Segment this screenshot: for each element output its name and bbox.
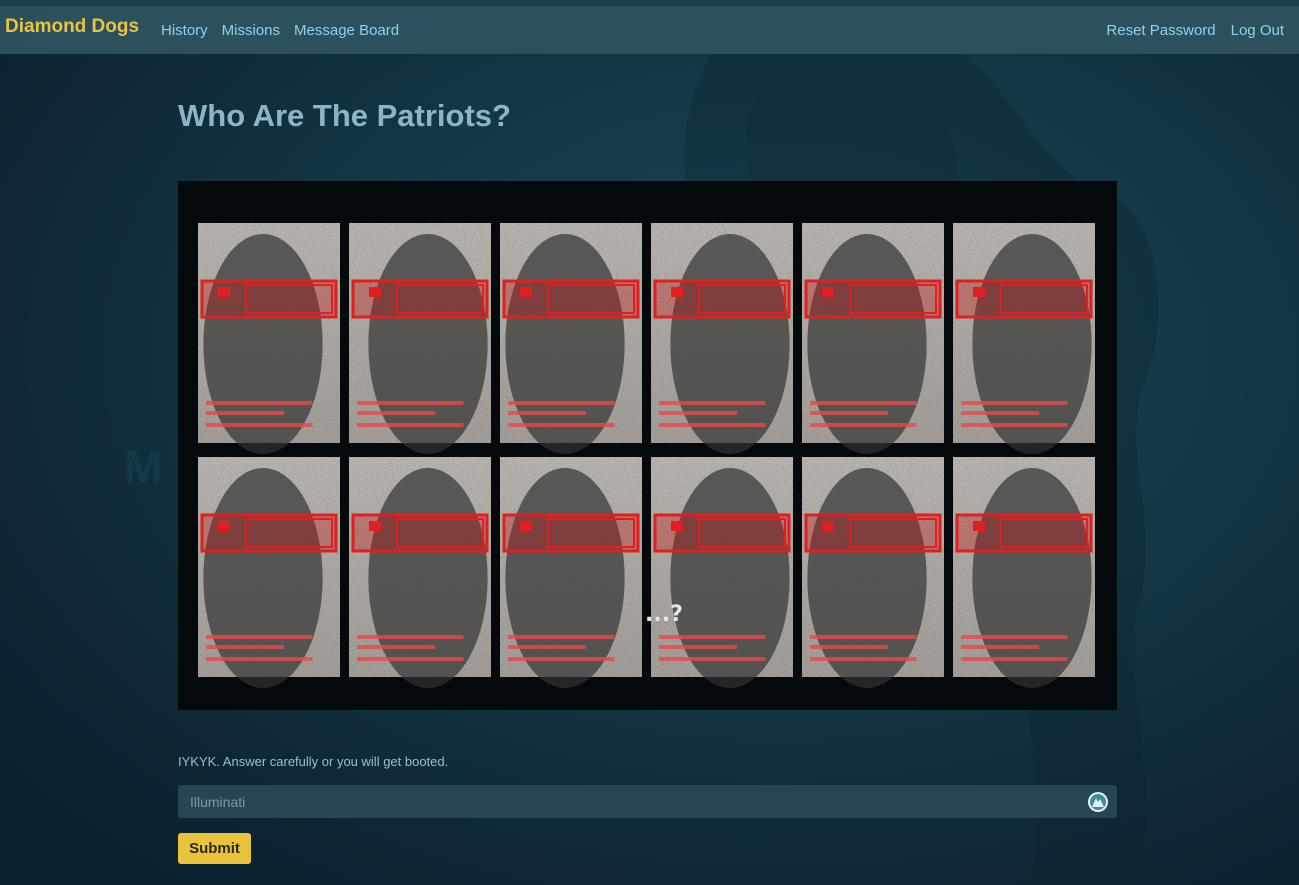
dossier-card	[500, 223, 642, 454]
dossier-card	[651, 457, 793, 688]
background-watermark: M	[124, 441, 163, 493]
hint-text: IYKYK. Answer carefully or you will get …	[178, 754, 449, 769]
dossier-card	[198, 457, 340, 688]
dossier-card	[349, 457, 491, 688]
brand-link[interactable]: Diamond Dogs	[5, 16, 139, 38]
submit-button[interactable]: Submit	[178, 833, 251, 864]
nav-link-history[interactable]: History	[161, 22, 208, 39]
dossier-card	[802, 223, 944, 454]
dossier-card	[953, 223, 1095, 454]
dossier-card	[198, 223, 340, 454]
nav-link-log-out[interactable]: Log Out	[1231, 22, 1284, 39]
dossier-card	[500, 457, 642, 688]
nav-link-message-board[interactable]: Message Board	[294, 22, 399, 39]
nav-link-missions[interactable]: Missions	[222, 22, 280, 39]
answer-input[interactable]	[178, 785, 1117, 818]
dossier-card	[349, 223, 491, 454]
vpn-extension-icon[interactable]	[1088, 792, 1108, 812]
image-caption: ...?	[645, 602, 683, 627]
nav-right-group: Reset Password Log Out	[1106, 22, 1284, 39]
answer-field-wrapper	[178, 785, 1117, 818]
page-title: Who Are The Patriots?	[178, 98, 511, 133]
nav-left-group: History Missions Message Board	[161, 22, 399, 39]
dossier-card	[802, 457, 944, 688]
dossier-card	[651, 223, 793, 454]
nav-link-reset-password[interactable]: Reset Password	[1106, 22, 1215, 39]
top-navbar: Diamond Dogs History Missions Message Bo…	[0, 6, 1299, 54]
dossier-card	[953, 457, 1095, 688]
patriots-image: ...?	[178, 181, 1117, 710]
